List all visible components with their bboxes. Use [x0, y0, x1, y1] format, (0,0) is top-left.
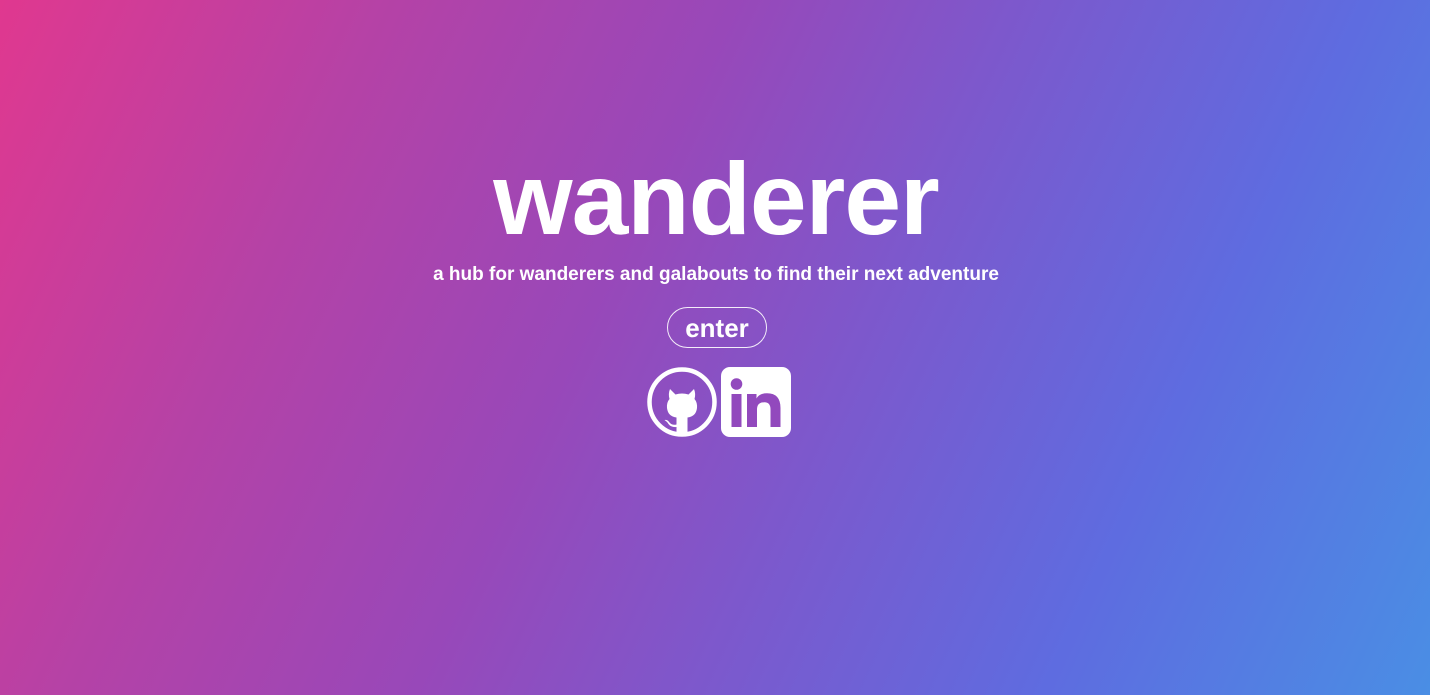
github-link[interactable] [647, 367, 717, 437]
site-title: wanderer [493, 142, 940, 256]
linkedin-icon [721, 367, 791, 437]
hero-section: wanderer a hub for wanderers and galabou… [0, 0, 1430, 695]
linkedin-link[interactable] [721, 367, 791, 437]
site-tagline: a hub for wanderers and galabouts to fin… [433, 264, 999, 285]
github-icon [647, 367, 717, 437]
enter-button[interactable]: enter [667, 307, 767, 348]
